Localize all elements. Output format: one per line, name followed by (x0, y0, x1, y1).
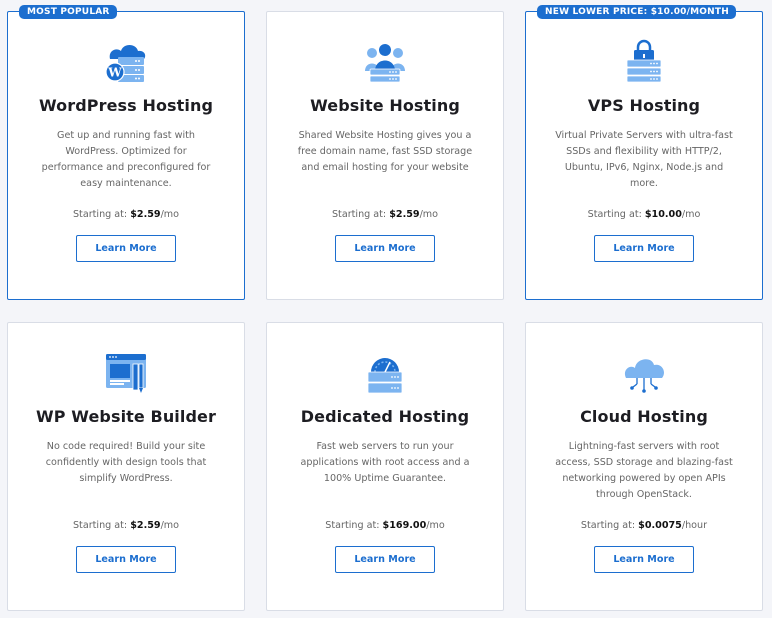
learn-more-button[interactable]: Learn More (335, 235, 435, 262)
card-title: Dedicated Hosting (300, 407, 470, 426)
card-price: Starting at: $2.59/mo (8, 520, 244, 531)
card-cloud-hosting: Cloud Hosting Lightning-fast servers wit… (525, 322, 763, 611)
price-suffix: /hour (681, 520, 708, 531)
speedometer-server-icon (367, 358, 403, 394)
card-description: Virtual Private Servers with ultra-fast … (555, 130, 733, 189)
card-dedicated-hosting: Dedicated Hosting Fast web servers to ru… (266, 322, 504, 611)
card-website-hosting: Website Hosting Shared Website Hosting g… (266, 11, 504, 300)
price-suffix: /mo (160, 520, 180, 531)
price-suffix: /mo (426, 520, 445, 531)
price-prefix: Starting at: (72, 209, 131, 220)
card-wp-website-builder: WP Website Builder No code required! Bui… (7, 322, 245, 611)
card-description: Lightning-fast servers with root access,… (555, 441, 733, 500)
card-price: Starting at: $0.0075/hour (526, 520, 762, 531)
most-popular-badge: MOST POPULAR (19, 5, 117, 19)
price-value: $2.59 (130, 520, 161, 531)
card-title: WordPress Hosting (38, 96, 214, 115)
card-description: Fast web servers to run your application… (300, 441, 470, 484)
price-suffix: /mo (160, 209, 180, 220)
price-prefix: Starting at: (331, 209, 390, 220)
new-lower-price-badge: NEW LOWER PRICE: $10.00/MONTH (537, 5, 736, 19)
card-description: Get up and running fast with WordPress. … (41, 130, 211, 189)
learn-more-button[interactable]: Learn More (76, 546, 176, 573)
learn-more-button[interactable]: Learn More (594, 546, 694, 573)
price-prefix: Starting at: (325, 520, 383, 531)
price-prefix: Starting at: (580, 520, 639, 531)
card-title: VPS Hosting (587, 96, 701, 115)
team-server-icon (365, 44, 405, 83)
website-builder-icon (106, 354, 146, 393)
card-vps-hosting: NEW LOWER PRICE: $10.00/MONTH VPS Hostin… (525, 5, 763, 300)
learn-more-button[interactable]: Learn More (594, 235, 694, 262)
price-value: $2.59 (130, 209, 161, 220)
price-value: $2.59 (389, 209, 420, 220)
price-suffix: /mo (419, 209, 439, 220)
price-suffix: /mo (681, 209, 701, 220)
card-wordpress-hosting: MOST POPULAR W WordPress Hosting Get up … (7, 5, 245, 300)
learn-more-button[interactable]: Learn More (335, 546, 435, 573)
card-price: Starting at: $2.59/mo (8, 209, 244, 220)
card-price: Starting at: $10.00/mo (526, 209, 762, 220)
price-prefix: Starting at: (72, 520, 131, 531)
hosting-plans-grid: MOST POPULAR W WordPress Hosting Get up … (0, 0, 772, 618)
cloud-network-icon (624, 359, 665, 393)
card-price: Starting at: $2.59/mo (267, 209, 503, 220)
card-title: Cloud Hosting (580, 407, 708, 426)
card-description: No code required! Build your site confid… (45, 441, 207, 484)
price-value: $0.0075 (638, 520, 682, 531)
price-value: $169.00 (382, 520, 427, 531)
card-title: WP Website Builder (36, 407, 216, 426)
card-price: Starting at: $169.00/mo (267, 520, 503, 531)
card-description: Shared Website Hosting gives you a free … (297, 130, 473, 173)
price-prefix: Starting at: (587, 209, 645, 220)
svg-text:W: W (107, 66, 122, 80)
card-title: Website Hosting (310, 96, 460, 115)
lock-server-icon (626, 39, 662, 83)
wordpress-cloud-server-icon: W (105, 45, 146, 82)
learn-more-button[interactable]: Learn More (76, 235, 176, 262)
price-value: $10.00 (644, 209, 682, 220)
